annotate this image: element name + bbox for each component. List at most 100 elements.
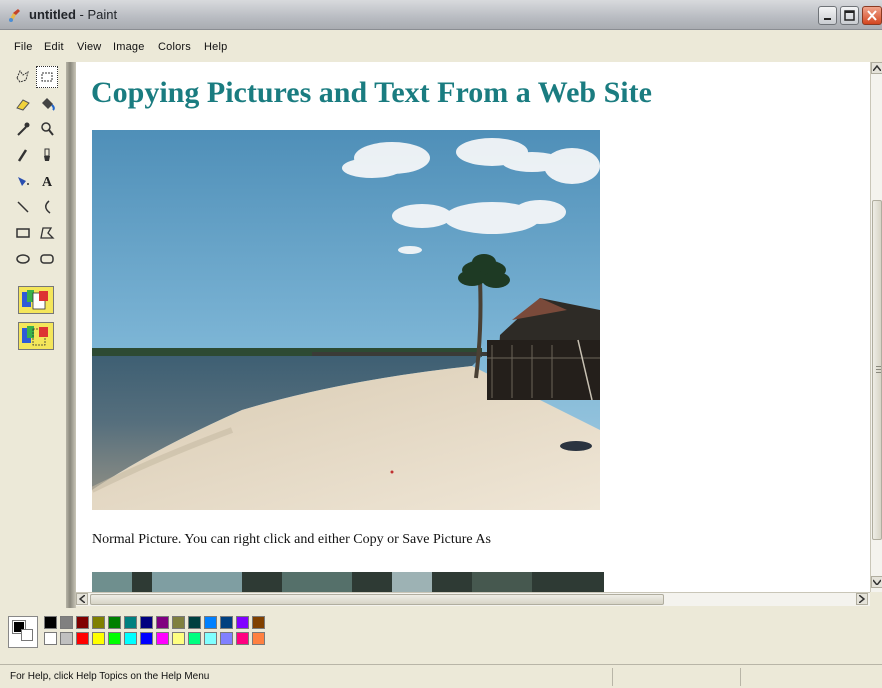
rectangle-tool[interactable] [12,222,34,244]
ellipse-tool[interactable] [12,248,34,270]
horizontal-scrollbar[interactable] [76,592,870,606]
palette-swatch-bottom-5[interactable] [124,632,137,645]
airbrush-icon [18,177,29,186]
polygon-icon [40,227,55,239]
vertical-scroll-thumb[interactable] [872,200,882,540]
eraser-icon [16,99,30,111]
rounded-rectangle-icon [40,254,54,264]
palette-swatch-top-12[interactable] [236,616,249,629]
vertical-scrollbar[interactable] [870,62,882,592]
palette-swatch-top-0[interactable] [44,616,57,629]
palette-swatch-bottom-1[interactable] [60,632,73,645]
scroll-up-button[interactable] [871,62,882,74]
title-bar[interactable]: untitled - Paint [0,0,882,30]
airbrush-tool[interactable] [12,170,34,192]
brush-icon [44,148,50,161]
free-form-select-icon [16,70,29,83]
palette-swatch-bottom-8[interactable] [172,632,185,645]
scroll-right-button[interactable] [856,593,868,605]
palette-swatch-top-3[interactable] [92,616,105,629]
palette-swatch-bottom-0[interactable] [44,632,57,645]
palette-swatch-top-10[interactable] [204,616,217,629]
eraser-tool[interactable] [12,92,34,114]
palette-swatch-bottom-13[interactable] [252,632,265,645]
paint-window: untitled - Paint File Edit View Image Co… [0,0,882,688]
palette-swatch-top-1[interactable] [60,616,73,629]
free-form-select-tool[interactable] [12,66,34,88]
opaque-background-option[interactable] [18,286,54,314]
menu-image[interactable]: Image [113,41,145,53]
palette-swatch-bottom-6[interactable] [140,632,153,645]
palette-swatch-top-7[interactable] [156,616,169,629]
palette-swatch-top-13[interactable] [252,616,265,629]
svg-text:A: A [42,175,53,190]
pencil-icon [17,149,28,162]
rounded-rectangle-tool[interactable] [36,248,58,270]
maximize-button[interactable] [840,6,859,25]
palette-swatch-top-2[interactable] [76,616,89,629]
palette-swatch-top-6[interactable] [140,616,153,629]
fill-tool[interactable] [36,92,58,114]
curve-tool[interactable] [36,196,58,218]
beach-photo-image [92,130,600,510]
menu-help[interactable]: Help [204,41,227,53]
brush-tool[interactable] [36,144,58,166]
palette-swatch-top-5[interactable] [124,616,137,629]
status-help-text: For Help, click Help Topics on the Help … [10,671,210,682]
palette-swatch-bottom-2[interactable] [76,632,89,645]
beach-photo [92,130,600,510]
palette-swatch-bottom-11[interactable] [220,632,233,645]
chevron-down-icon [873,579,881,585]
magnifier-tool[interactable] [36,118,58,140]
title-separator: - [75,7,88,22]
ellipse-icon [16,254,30,264]
canvas-caption: Normal Picture. You can right click and … [92,532,491,547]
close-icon [867,10,877,21]
current-colors[interactable] [8,616,38,648]
select-icon [41,72,53,82]
palette-swatch-bottom-3[interactable] [92,632,105,645]
app-name: Paint [87,7,118,22]
palette-swatch-bottom-10[interactable] [204,632,217,645]
chevron-right-icon [859,595,865,603]
text-icon: A [42,175,53,190]
window-title: untitled - Paint [29,7,117,22]
line-tool[interactable] [12,196,34,218]
transparent-background-option[interactable] [18,322,54,350]
second-photo-image [92,572,604,592]
opaque-option-icon [22,290,48,310]
palette-swatch-bottom-12[interactable] [236,632,249,645]
canvas-heading: Copying Pictures and Text From a Web Sit… [91,76,652,109]
select-tool[interactable] [36,66,58,88]
polygon-tool[interactable] [36,222,58,244]
close-button[interactable] [862,6,882,25]
scroll-down-button[interactable] [871,576,882,588]
eyedropper-icon [17,122,30,136]
menu-edit[interactable]: Edit [44,41,64,53]
chevron-left-icon [79,595,85,603]
horizontal-scroll-thumb[interactable] [90,594,664,605]
palette-swatch-bottom-7[interactable] [156,632,169,645]
scroll-left-button[interactable] [76,593,88,605]
minimize-button[interactable] [818,6,837,25]
rectangle-icon [16,228,30,238]
document-name: untitled [29,7,76,22]
palette-swatch-top-8[interactable] [172,616,185,629]
menu-colors[interactable]: Colors [158,41,191,53]
minimize-icon [824,18,831,20]
text-tool[interactable]: A [36,170,58,192]
maximize-icon [844,10,855,21]
pick-color-tool[interactable] [12,118,34,140]
palette-swatch-bottom-9[interactable] [188,632,201,645]
menu-view[interactable]: View [77,41,101,53]
menu-file[interactable]: File [14,41,33,53]
drawing-canvas[interactable]: Copying Pictures and Text From a Web Sit… [76,62,870,592]
palette-swatch-top-11[interactable] [220,616,233,629]
pencil-tool[interactable] [12,144,34,166]
tool-box: A [8,64,64,594]
palette-swatch-top-9[interactable] [188,616,201,629]
palette-swatch-top-4[interactable] [108,616,121,629]
toolbox-splitter[interactable] [66,62,76,608]
palette-swatch-bottom-4[interactable] [108,632,121,645]
magnifier-icon [41,122,54,136]
